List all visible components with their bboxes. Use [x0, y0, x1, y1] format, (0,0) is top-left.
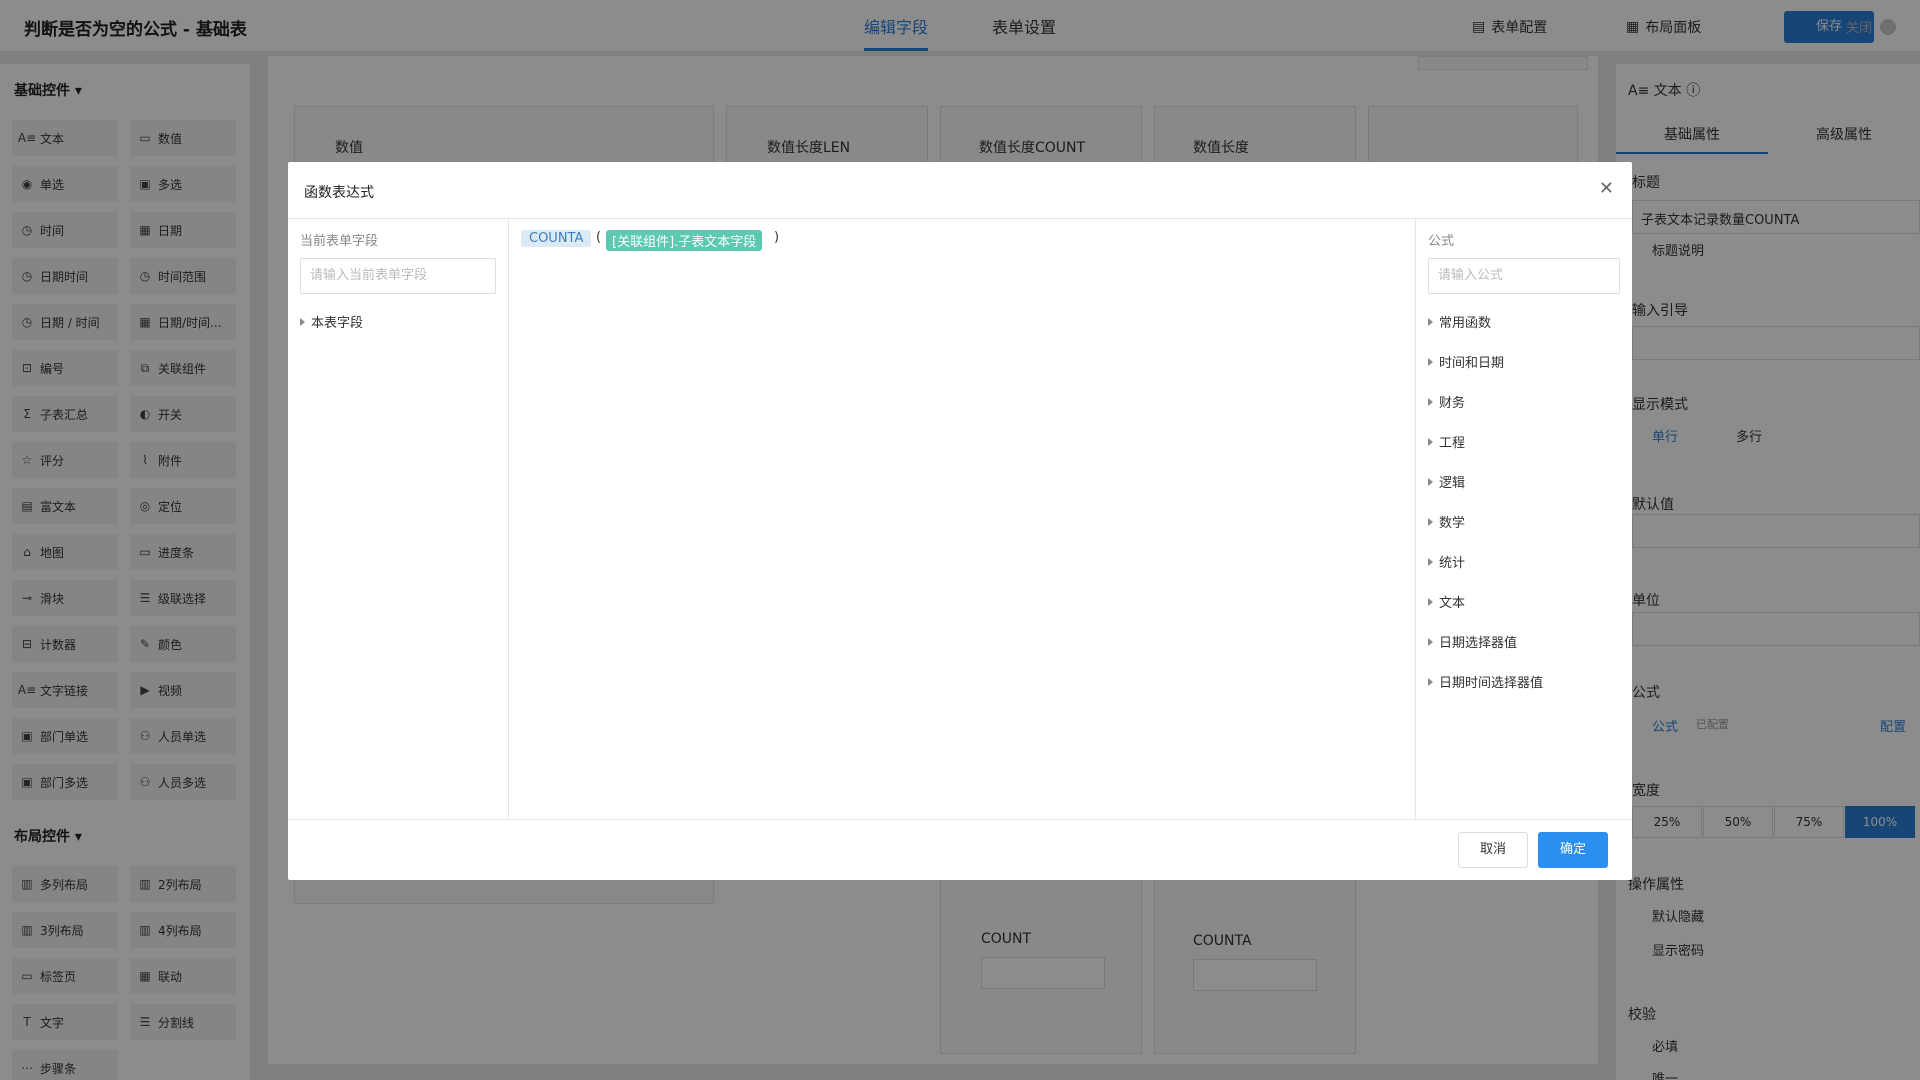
- caret-right-icon: [1428, 597, 1433, 606]
- caret-right-icon: [1428, 397, 1433, 406]
- function-category-label: 数学: [1439, 516, 1466, 531]
- caret-right-icon: [1428, 677, 1433, 686]
- caret-right-icon: [1428, 637, 1433, 646]
- function-category-label: 时间和日期: [1439, 356, 1505, 371]
- formula-list-label: 公式: [1428, 234, 1455, 249]
- tree-item-this-table-fields[interactable]: 本表字段: [300, 312, 363, 331]
- function-category-label: 日期时间选择器值: [1439, 676, 1544, 691]
- function-category-label: 财务: [1439, 396, 1466, 411]
- function-category-label: 常用函数: [1439, 316, 1492, 331]
- function-category-item[interactable]: 工程: [1428, 432, 1465, 451]
- caret-right-icon: [1428, 357, 1433, 366]
- current-fields-label: 当前表单字段: [300, 234, 379, 249]
- close-icon[interactable]: ✕: [1599, 178, 1614, 199]
- formula-search-input[interactable]: 请输入公式: [1428, 258, 1620, 294]
- function-category-label: 日期选择器值: [1439, 636, 1518, 651]
- function-category-item[interactable]: 时间和日期: [1428, 352, 1504, 371]
- cancel-button[interactable]: 取消: [1458, 832, 1528, 868]
- function-category-item[interactable]: 常用函数: [1428, 312, 1491, 331]
- function-category-item[interactable]: 日期选择器值: [1428, 632, 1517, 651]
- caret-right-icon: [300, 317, 305, 326]
- caret-right-icon: [1428, 437, 1433, 446]
- caret-right-icon: [1428, 557, 1433, 566]
- function-category-item[interactable]: 日期时间选择器值: [1428, 672, 1543, 691]
- function-category-label: 工程: [1439, 436, 1466, 451]
- formula-editor[interactable]: [509, 219, 1415, 819]
- confirm-button[interactable]: 确定: [1538, 832, 1608, 868]
- dialog-footer-divider: [288, 819, 1632, 820]
- dialog-title: 函数表达式: [304, 185, 374, 201]
- function-category-item[interactable]: 统计: [1428, 552, 1465, 571]
- function-category-item[interactable]: 数学: [1428, 512, 1465, 531]
- function-category-label: 逻辑: [1439, 476, 1466, 491]
- caret-right-icon: [1428, 477, 1433, 486]
- current-fields-search-input[interactable]: 请输入当前表单字段: [300, 258, 496, 294]
- function-category-item[interactable]: 逻辑: [1428, 472, 1465, 491]
- dialog-divider-right: [1415, 219, 1416, 819]
- caret-right-icon: [1428, 317, 1433, 326]
- caret-right-icon: [1428, 517, 1433, 526]
- function-category-label: 统计: [1439, 556, 1466, 571]
- function-category-item[interactable]: 文本: [1428, 592, 1465, 611]
- function-category-label: 文本: [1439, 596, 1466, 611]
- tree-item-label: 本表字段: [311, 316, 364, 331]
- formula-dialog: 函数表达式 ✕ 当前表单字段 请输入当前表单字段 本表字段 COUNTA ( […: [288, 162, 1632, 880]
- function-category-item[interactable]: 财务: [1428, 392, 1465, 411]
